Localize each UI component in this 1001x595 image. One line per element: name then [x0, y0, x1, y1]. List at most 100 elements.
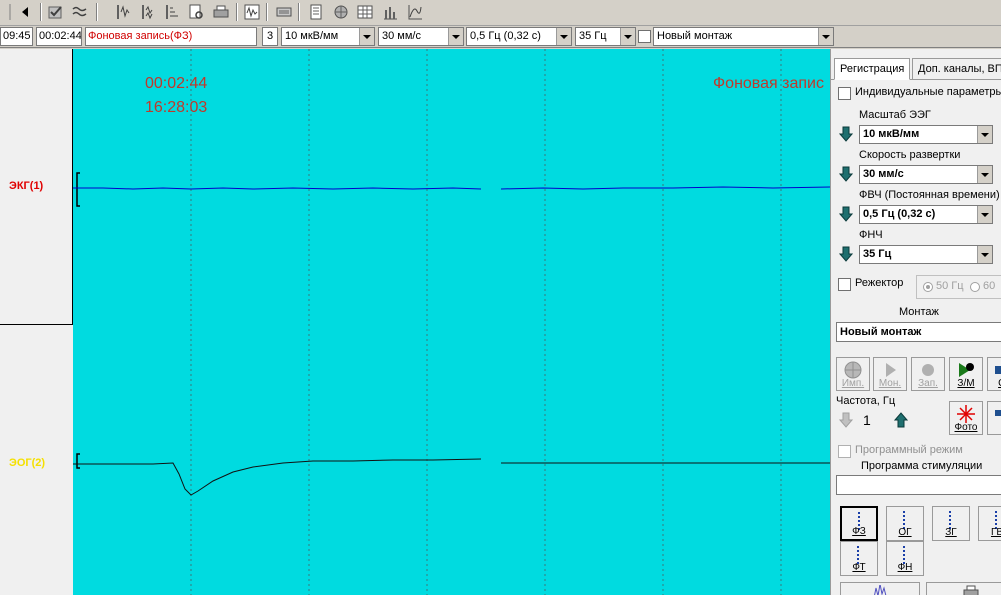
download-arrow-icon[interactable]	[836, 244, 856, 264]
frequency-down-icon[interactable]	[836, 410, 856, 430]
settings-check-icon[interactable]	[46, 2, 66, 22]
scale-label: Масштаб ЭЭГ	[859, 109, 931, 121]
montage-label: Монтаж	[899, 306, 939, 318]
montage-select[interactable]: Новый монтаж	[653, 27, 834, 46]
analysis-button[interactable]	[840, 582, 920, 595]
montage-checkbox[interactable]	[638, 30, 651, 43]
program-fz-label: ФЗ	[852, 526, 866, 537]
registration-panel: Регистрация Доп. каналы, ВП Индивидуальн…	[830, 49, 1001, 595]
back-arrow-icon[interactable]	[15, 2, 35, 22]
montage-value: Новый монтаж	[657, 30, 733, 42]
program-zg-label: ЗГ	[945, 527, 957, 538]
keyboard-icon[interactable]	[274, 2, 294, 22]
record-dot-icon	[922, 364, 934, 376]
eog-trace	[73, 458, 830, 496]
notch-60-radio[interactable]	[970, 282, 980, 292]
record-label: Зап.	[918, 378, 938, 389]
chevron-down-icon[interactable]	[556, 28, 571, 45]
stim-program-field[interactable]	[836, 475, 1001, 495]
impulse-button[interactable]: Имп.	[836, 357, 870, 391]
program-og-label: ОГ	[898, 527, 912, 538]
panel-hpf-select[interactable]: 0,5 Гц (0,32 с)	[859, 205, 993, 224]
notch-label: Режектор	[855, 277, 904, 289]
panel-lpf-select[interactable]: 35 Гц	[859, 245, 993, 264]
frequency-label: Частота, Гц	[836, 395, 896, 407]
ekg-scale-bracket	[76, 172, 80, 207]
chevron-down-icon[interactable]	[977, 206, 992, 223]
tab-extra-channels[interactable]: Доп. каналы, ВП	[912, 58, 1001, 80]
program-fn-button[interactable]: ФН	[886, 541, 924, 576]
channel-2-icon[interactable]	[138, 2, 158, 22]
notch-50-radio[interactable]	[923, 282, 933, 292]
speed-select[interactable]: 30 мм/с	[378, 27, 464, 46]
record-monitor-label: З/М	[957, 378, 975, 389]
monitor-label: Мон.	[878, 378, 902, 389]
program-fz-button[interactable]: ФЗ	[840, 506, 878, 541]
program-gv-label: ГВ	[990, 527, 1001, 538]
clock-field: 09:45	[0, 27, 33, 46]
bars-chart-icon[interactable]	[380, 2, 400, 22]
lpf-select[interactable]: 35 Гц	[575, 27, 636, 46]
toolbar-separator	[298, 3, 300, 21]
panel-scale-select[interactable]: 10 мкВ/мм	[859, 125, 993, 144]
program-mode-checkbox[interactable]	[838, 445, 851, 458]
photo-button[interactable]: Фото	[949, 401, 983, 435]
grid-lines	[190, 49, 782, 595]
photo-flash-icon	[957, 405, 975, 423]
panel-montage-field[interactable]: Новый монтаж	[836, 322, 1001, 342]
ekg-trace	[73, 186, 830, 190]
chevron-down-icon[interactable]	[448, 28, 463, 45]
notch-50-label: 50 Гц	[936, 280, 964, 292]
program-gv-button[interactable]: ГВ	[978, 506, 1001, 541]
stop-icon	[995, 366, 1001, 374]
monitor-button[interactable]: Мон.	[873, 357, 907, 391]
record-button[interactable]: Зап.	[911, 357, 945, 391]
chevron-down-icon[interactable]	[620, 28, 635, 45]
program-ft-button[interactable]: ФТ	[840, 541, 878, 576]
frequency-up-icon[interactable]	[891, 410, 911, 430]
document-icon[interactable]	[306, 2, 326, 22]
scale-select[interactable]: 10 мкВ/мм	[281, 27, 375, 46]
hpf-select[interactable]: 0,5 Гц (0,32 с)	[466, 27, 572, 46]
preview-icon[interactable]	[186, 2, 206, 22]
individual-params-checkbox[interactable]	[838, 87, 851, 100]
toolbar-separator	[236, 3, 238, 21]
download-arrow-icon[interactable]	[836, 164, 856, 184]
elapsed-field: 00:02:44	[36, 27, 82, 46]
print-button[interactable]	[926, 582, 1001, 595]
notch-radio-group: 50 Гц 60	[916, 275, 1001, 299]
program-zg-button[interactable]: ЗГ	[932, 506, 970, 541]
stop-button[interactable]: Ст	[987, 357, 1001, 391]
download-arrow-icon[interactable]	[836, 124, 856, 144]
channel-label-ekg: ЭКГ(1)	[9, 180, 44, 192]
stim-program-label: Программа стимуляции	[861, 460, 983, 472]
download-arrow-icon[interactable]	[836, 204, 856, 224]
waves-icon[interactable]	[70, 2, 90, 22]
channel-label-eog: ЭОГ(2)	[9, 457, 46, 469]
plot-svg	[73, 49, 830, 595]
panel-speed-select[interactable]: 30 мм/с	[859, 165, 993, 184]
globe-icon[interactable]	[331, 2, 351, 22]
chevron-down-icon[interactable]	[977, 126, 992, 143]
print-icon[interactable]	[211, 2, 231, 22]
play-icon	[886, 363, 896, 377]
chevron-down-icon[interactable]	[818, 28, 833, 45]
plot-record-title: Фоновая запис	[713, 75, 824, 92]
tab-registration[interactable]: Регистрация	[834, 58, 911, 80]
scan-icon[interactable]	[242, 2, 262, 22]
hpf-value: 0,5 Гц (0,32 с)	[470, 30, 541, 42]
line-chart-icon[interactable]	[405, 2, 425, 22]
notch-checkbox[interactable]	[838, 278, 851, 291]
channel-3-icon[interactable]	[162, 2, 182, 22]
channel-1-icon[interactable]	[113, 2, 133, 22]
table-icon[interactable]	[355, 2, 375, 22]
photo-extra-button[interactable]	[987, 401, 1001, 435]
eeg-plot-area[interactable]: 00:02:44 16:28:03 Фоновая запис	[73, 49, 830, 595]
program-og-button[interactable]: ОГ	[886, 506, 924, 541]
chevron-down-icon[interactable]	[359, 28, 374, 45]
scale-value: 10 мкВ/мм	[285, 30, 339, 42]
record-monitor-icon	[959, 363, 974, 377]
chevron-down-icon[interactable]	[977, 246, 992, 263]
record-monitor-button[interactable]: З/М	[949, 357, 983, 391]
chevron-down-icon[interactable]	[977, 166, 992, 183]
